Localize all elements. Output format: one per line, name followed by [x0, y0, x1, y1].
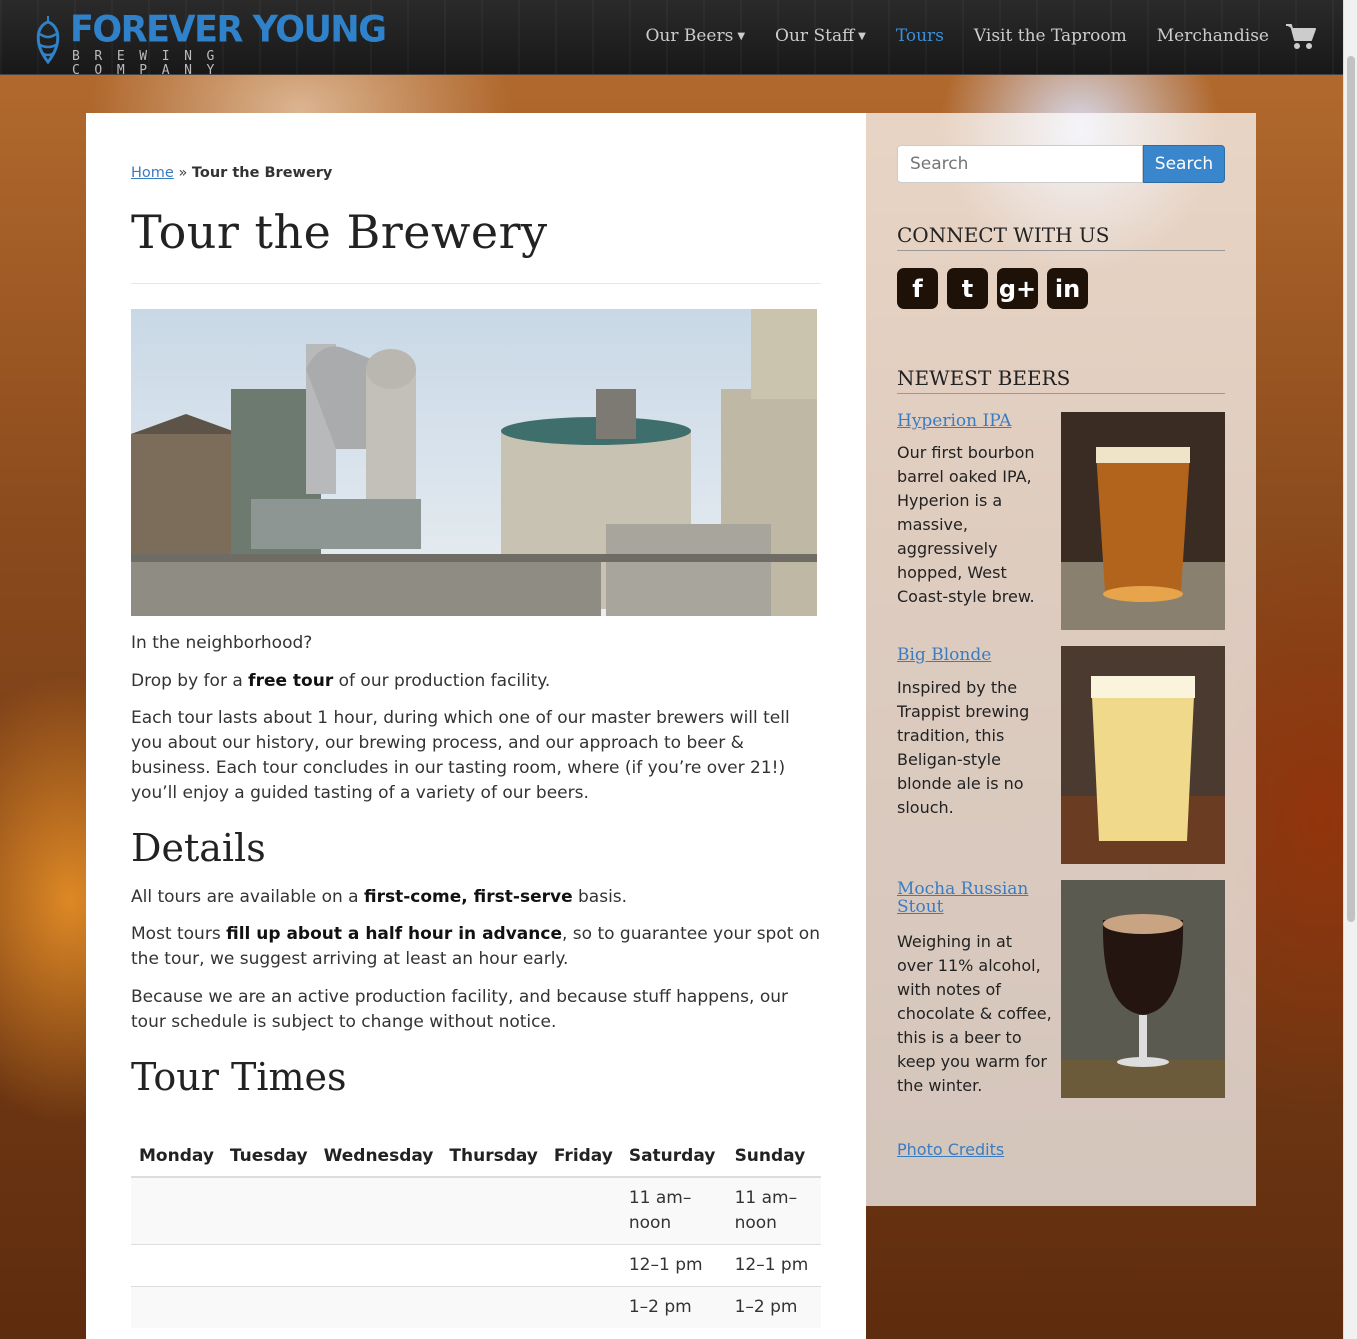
sidebar: Search CONNECT WITH US f t g+ in NEWEST …: [866, 113, 1256, 1206]
table-cell: [545, 1244, 621, 1287]
table-cell: [545, 1176, 621, 1245]
bold-span: first-come, first-serve: [364, 887, 573, 907]
facebook-icon[interactable]: f: [897, 268, 938, 309]
hop-logo-icon: [36, 16, 60, 64]
table-cell: 12–1 pm: [620, 1244, 727, 1287]
page-title: Tour the Brewery: [131, 205, 548, 259]
table-cell: [221, 1244, 316, 1287]
table-cell: [131, 1176, 222, 1245]
table-cell: 1–2 pm: [620, 1286, 727, 1328]
nav-our-staff[interactable]: Our Staff ▼: [775, 20, 866, 53]
details-first-come: All tours are available on a first-come,…: [131, 885, 826, 910]
title-divider: [131, 283, 821, 284]
text-span: basis.: [572, 887, 628, 907]
ipa-glass-image[interactable]: [1061, 412, 1225, 630]
breadcrumb-separator: »: [178, 165, 188, 181]
details-heading: Details: [131, 826, 266, 870]
brand-logo[interactable]: FOREVER YOUNG BREWING COMPANY: [28, 8, 398, 78]
tour-description: Each tour lasts about 1 hour, during whi…: [131, 708, 790, 803]
beer-item: Mocha Russian Stout Weighing in at over …: [897, 880, 1225, 1100]
linkedin-icon[interactable]: in: [1047, 268, 1088, 309]
beer-description: Our first bourbon barrel oaked IPA, Hype…: [897, 443, 1035, 606]
twitter-icon[interactable]: t: [947, 268, 988, 309]
connect-heading: CONNECT WITH US: [897, 223, 1225, 251]
nav-merchandise[interactable]: Merchandise: [1157, 20, 1269, 52]
bold-span: free tour: [248, 671, 334, 691]
table-cell: 11 am–noon: [620, 1176, 727, 1245]
blonde-glass-image[interactable]: [1061, 646, 1225, 864]
intro-text: In the neighborhood?: [131, 633, 313, 653]
bold-span: fill up about a half hour in advance: [226, 924, 562, 944]
newest-beers-heading: NEWEST BEERS: [897, 366, 1225, 394]
stout-glass-image[interactable]: [1061, 880, 1225, 1098]
details-schedule-change: Because we are an active production faci…: [131, 987, 788, 1032]
column-header: Thursday: [441, 1138, 546, 1178]
beer-name-link[interactable]: Big Blonde: [897, 646, 1047, 664]
table-row: 11 am–noon 11 am–noon: [131, 1176, 821, 1245]
column-header: Saturday: [620, 1138, 727, 1178]
table-cell: [441, 1286, 546, 1328]
column-header: Sunday: [726, 1138, 821, 1178]
free-tour-text: Drop by for a free tour of our productio…: [131, 669, 826, 694]
table-cell: [545, 1286, 621, 1328]
search-button[interactable]: Search: [1143, 145, 1225, 183]
google-plus-icon[interactable]: g+: [997, 268, 1038, 309]
table-cell: [441, 1244, 546, 1287]
beer-item: Hyperion IPA Our first bourbon barrel oa…: [897, 412, 1225, 632]
scrollbar-thumb[interactable]: [1347, 56, 1355, 922]
nav-visit-taproom[interactable]: Visit the Taproom: [974, 20, 1127, 52]
tour-times-heading: Tour Times: [131, 1055, 347, 1099]
nav-our-beers-label: Our Beers: [645, 26, 734, 46]
column-header: Monday: [131, 1138, 222, 1178]
beer-description: Weighing in at over 11% alcohol, with no…: [897, 932, 1052, 1095]
photo-credits-link[interactable]: Photo Credits: [897, 1140, 1004, 1159]
beer-description: Inspired by the Trappist brewing traditi…: [897, 678, 1030, 817]
brewery-facility-image: [131, 309, 817, 616]
table-cell: 12–1 pm: [726, 1244, 821, 1287]
breadcrumb-home-link[interactable]: Home: [131, 165, 174, 181]
search-form: Search: [897, 145, 1225, 183]
social-links: f t g+ in: [897, 268, 1097, 309]
search-input[interactable]: [897, 145, 1143, 183]
nav-our-beers[interactable]: Our Beers ▼: [645, 20, 745, 53]
nav-our-staff-label: Our Staff: [775, 26, 855, 46]
text-span: All tours are available on a: [131, 887, 365, 907]
main-nav: Our Beers ▼ Our Staff ▼ Tours Visit the Ta…: [615, 20, 1317, 53]
table-header-row: Monday Tuesday Wednesday Thursday Friday…: [131, 1138, 821, 1178]
page-scrollbar[interactable]: [1343, 0, 1357, 1339]
beer-item: Big Blonde Inspired by the Trappist brew…: [897, 646, 1225, 866]
table-cell: 1–2 pm: [726, 1286, 821, 1328]
table-cell: [221, 1286, 316, 1328]
nav-tours[interactable]: Tours: [896, 20, 944, 52]
table-cell: [221, 1176, 316, 1245]
breadcrumb: Home » Tour the Brewery: [131, 165, 332, 181]
brand-name: FOREVER YOUNG: [70, 9, 387, 51]
text-span: Most tours: [131, 924, 227, 944]
beer-name-link[interactable]: Mocha Russian Stout: [897, 880, 1047, 916]
shopping-cart-icon[interactable]: [1285, 21, 1317, 51]
table-cell: [131, 1244, 222, 1287]
text-span: Drop by for a: [131, 671, 249, 691]
table-cell: [315, 1176, 442, 1245]
caret-down-icon: ▼: [858, 30, 866, 42]
column-header: Friday: [545, 1138, 621, 1178]
beer-name-link[interactable]: Hyperion IPA: [897, 412, 1047, 430]
table-cell: 11 am–noon: [726, 1176, 821, 1245]
text-span: of our production facility.: [333, 671, 551, 691]
column-header: Wednesday: [315, 1138, 442, 1178]
table-cell: [441, 1176, 546, 1245]
details-fill-up: Most tours fill up about a half hour in …: [131, 922, 826, 972]
breadcrumb-current: Tour the Brewery: [191, 165, 333, 181]
table-row: 1–2 pm 1–2 pm: [131, 1286, 821, 1328]
column-header: Tuesday: [221, 1138, 316, 1178]
table-cell: [315, 1286, 442, 1328]
table-row: 12–1 pm 12–1 pm: [131, 1244, 821, 1287]
top-navbar: FOREVER YOUNG BREWING COMPANY Our Beers ▼…: [0, 0, 1343, 78]
caret-down-icon: ▼: [737, 30, 746, 42]
main-content: Home » Tour the Brewery Tour the Brewery…: [86, 113, 866, 1339]
brand-subtitle: BREWING COMPANY: [72, 49, 229, 78]
table-cell: [315, 1244, 442, 1287]
table-cell: [131, 1286, 222, 1328]
tour-times-table: Monday Tuesday Wednesday Thursday Friday…: [131, 1138, 821, 1328]
